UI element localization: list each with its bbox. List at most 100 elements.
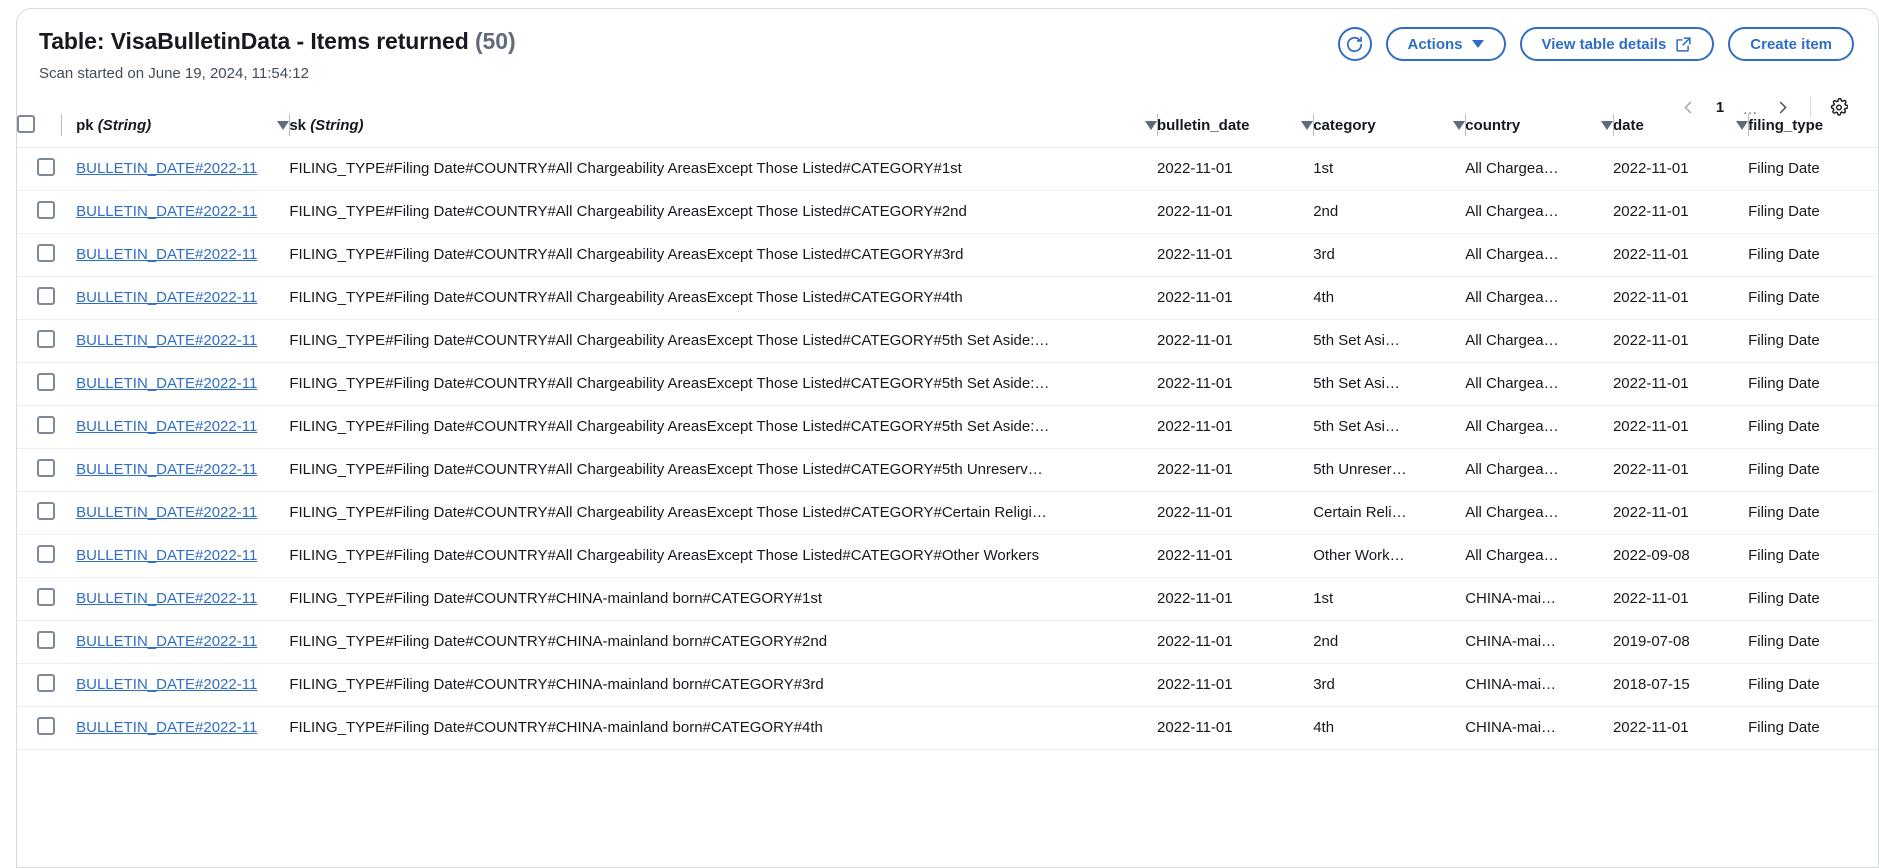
row-select-cell: [17, 276, 77, 320]
item-detail-link[interactable]: BULLETIN_DATE#2022-11: [76, 289, 257, 306]
column-header-sk[interactable]: sk (String): [289, 105, 1157, 148]
cell-country-text: All Chargea…: [1465, 461, 1559, 478]
item-detail-link[interactable]: BULLETIN_DATE#2022-11: [76, 461, 257, 478]
view-table-details-button[interactable]: View table details: [1519, 27, 1715, 61]
refresh-button[interactable]: [1337, 27, 1372, 61]
column-header-bulletin-date[interactable]: bulletin_date: [1156, 105, 1314, 148]
item-detail-link[interactable]: BULLETIN_DATE#2022-11: [76, 504, 257, 521]
actions-button[interactable]: Actions: [1385, 27, 1506, 61]
page-title-text: Table: VisaBulletinData - Items returned: [39, 28, 469, 54]
cell-date-text: 2022-11-01: [1612, 461, 1689, 478]
column-header-pk[interactable]: pk (String): [76, 105, 290, 148]
row-checkbox[interactable]: [37, 200, 55, 219]
row-checkbox[interactable]: [37, 286, 55, 305]
column-header-category[interactable]: category: [1313, 105, 1466, 148]
cell-bulletin-date: 2022-11-01: [1156, 577, 1314, 621]
row-checkbox[interactable]: [37, 415, 55, 434]
cell-country: All Chargea…: [1465, 405, 1613, 449]
cell-filing-type-text: Filing Date: [1748, 547, 1820, 564]
cell-filing-type: Filing Date: [1748, 362, 1878, 406]
table-row: BULLETIN_DATE#2022-11 FILING_TYPE#Filing …: [17, 534, 1878, 578]
table-row: BULLETIN_DATE#2022-11 FILING_TYPE#Filing …: [17, 491, 1878, 535]
cell-sk-text: FILING_TYPE#Filing Date#COUNTRY#All Char…: [289, 418, 1050, 435]
item-detail-link[interactable]: BULLETIN_DATE#2022-11: [76, 375, 257, 392]
cell-filing-type-text: Filing Date: [1748, 203, 1820, 220]
cell-country: CHINA-mai…: [1465, 577, 1613, 621]
cell-filing-type-text: Filing Date: [1748, 590, 1820, 607]
row-checkbox[interactable]: [37, 587, 55, 606]
row-checkbox[interactable]: [37, 458, 55, 477]
cell-country: All Chargea…: [1465, 233, 1613, 277]
cell-date-text: 2022-11-01: [1612, 203, 1689, 220]
cell-category-text: 2nd: [1313, 633, 1339, 650]
cell-date: 2022-11-01: [1612, 362, 1749, 406]
header-divider: [1465, 114, 1467, 136]
cell-pk: BULLETIN_DATE#2022-11: [76, 663, 290, 707]
cell-category: 5th Unreser…: [1313, 448, 1466, 492]
cell-country: All Chargea…: [1465, 190, 1613, 234]
item-detail-link[interactable]: BULLETIN_DATE#2022-11: [76, 332, 257, 349]
item-detail-link[interactable]: BULLETIN_DATE#2022-11: [76, 676, 257, 693]
cell-date-text: 2022-11-01: [1612, 375, 1689, 392]
cell-bulletin-date-text: 2022-11-01: [1156, 719, 1233, 736]
cell-date: 2022-11-01: [1612, 190, 1749, 234]
row-checkbox[interactable]: [37, 673, 55, 692]
cell-bulletin-date: 2022-11-01: [1156, 319, 1314, 363]
cell-sk: FILING_TYPE#Filing Date#COUNTRY#All Char…: [289, 147, 1157, 191]
select-all-checkbox[interactable]: [17, 114, 35, 133]
sort-pk-icon[interactable]: [277, 121, 290, 131]
sort-sk-icon[interactable]: [1144, 121, 1157, 131]
sort-category-icon[interactable]: [1453, 121, 1466, 131]
item-detail-link[interactable]: BULLETIN_DATE#2022-11: [76, 418, 257, 435]
sort-country-icon[interactable]: [1600, 121, 1613, 131]
row-checkbox[interactable]: [37, 716, 55, 735]
cell-category: 2nd: [1313, 620, 1466, 664]
cell-bulletin-date-text: 2022-11-01: [1156, 160, 1233, 177]
row-checkbox[interactable]: [37, 544, 55, 563]
cell-pk: BULLETIN_DATE#2022-11: [76, 276, 290, 320]
cell-country: CHINA-mai…: [1465, 620, 1613, 664]
cell-country-text: All Chargea…: [1465, 203, 1559, 220]
cell-bulletin-date: 2022-11-01: [1156, 147, 1314, 191]
item-detail-link[interactable]: BULLETIN_DATE#2022-11: [76, 590, 257, 607]
create-item-button[interactable]: Create item: [1728, 27, 1854, 61]
cell-filing-type-text: Filing Date: [1748, 719, 1820, 736]
sort-bulletin-date-icon[interactable]: [1301, 121, 1314, 131]
row-checkbox[interactable]: [37, 157, 55, 176]
item-detail-link[interactable]: BULLETIN_DATE#2022-11: [76, 203, 257, 220]
cell-bulletin-date-text: 2022-11-01: [1156, 633, 1233, 650]
item-detail-link[interactable]: BULLETIN_DATE#2022-11: [76, 246, 257, 263]
cell-date: 2022-11-01: [1612, 448, 1749, 492]
cell-category-text: 3rd: [1313, 246, 1335, 263]
chevron-down-icon: [1471, 40, 1484, 48]
row-checkbox[interactable]: [37, 329, 55, 348]
cell-date: 2022-11-01: [1612, 147, 1749, 191]
item-detail-link[interactable]: BULLETIN_DATE#2022-11: [76, 719, 257, 736]
column-header-date[interactable]: date: [1612, 105, 1749, 148]
column-header-filing-type[interactable]: filing_type: [1748, 105, 1878, 148]
row-select-cell: [17, 620, 77, 664]
cell-sk: FILING_TYPE#Filing Date#COUNTRY#All Char…: [289, 190, 1157, 234]
row-checkbox[interactable]: [37, 243, 55, 262]
item-detail-link[interactable]: BULLETIN_DATE#2022-11: [76, 547, 257, 564]
cell-category: 3rd: [1313, 233, 1466, 277]
table-row: BULLETIN_DATE#2022-11 FILING_TYPE#Filing …: [17, 362, 1878, 406]
item-detail-link[interactable]: BULLETIN_DATE#2022-11: [76, 160, 257, 177]
cell-category: 3rd: [1313, 663, 1466, 707]
cell-filing-type-text: Filing Date: [1748, 504, 1820, 521]
row-checkbox[interactable]: [37, 372, 55, 391]
row-checkbox[interactable]: [37, 630, 55, 649]
cell-date: 2022-11-01: [1612, 276, 1749, 320]
row-select-cell: [17, 190, 77, 234]
cell-date-text: 2019-07-08: [1612, 633, 1690, 650]
cell-bulletin-date-text: 2022-11-01: [1156, 375, 1233, 392]
header-actions: Actions View table details Create item: [1337, 27, 1854, 61]
column-header-country[interactable]: country: [1465, 105, 1613, 148]
sort-date-icon[interactable]: [1736, 121, 1749, 131]
cell-category: Certain Reli…: [1313, 491, 1466, 535]
item-detail-link[interactable]: BULLETIN_DATE#2022-11: [76, 633, 257, 650]
column-header-category-label: category: [1313, 117, 1376, 135]
row-checkbox[interactable]: [37, 501, 55, 520]
table-row: BULLETIN_DATE#2022-11 FILING_TYPE#Filing …: [17, 319, 1878, 363]
cell-sk-text: FILING_TYPE#Filing Date#COUNTRY#CHINA-ma…: [289, 676, 824, 693]
